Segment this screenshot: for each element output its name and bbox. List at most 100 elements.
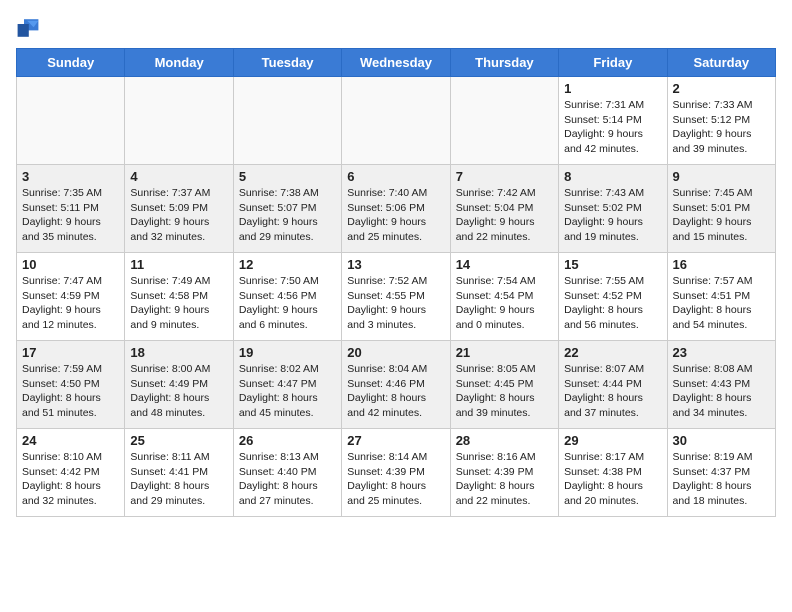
day-info: Sunrise: 7:40 AM Sunset: 5:06 PM Dayligh… <box>347 186 444 245</box>
calendar-cell: 1 Sunrise: 7:31 AM Sunset: 5:14 PM Daylig… <box>559 77 667 165</box>
weekday-header-wednesday: Wednesday <box>342 49 450 77</box>
calendar-cell: 17 Sunrise: 7:59 AM Sunset: 4:50 PM Dayli… <box>17 341 125 429</box>
calendar-cell: 14 Sunrise: 7:54 AM Sunset: 4:54 PM Dayli… <box>450 253 558 341</box>
day-info: Sunrise: 7:54 AM Sunset: 4:54 PM Dayligh… <box>456 274 553 333</box>
day-info: Sunrise: 7:43 AM Sunset: 5:02 PM Dayligh… <box>564 186 661 245</box>
day-info: Sunrise: 8:04 AM Sunset: 4:46 PM Dayligh… <box>347 362 444 421</box>
day-info: Sunrise: 8:14 AM Sunset: 4:39 PM Dayligh… <box>347 450 444 509</box>
calendar-cell: 6 Sunrise: 7:40 AM Sunset: 5:06 PM Daylig… <box>342 165 450 253</box>
weekday-header-friday: Friday <box>559 49 667 77</box>
week-row-3: 10Sunrise: 7:47 AM Sunset: 4:59 PM Dayli… <box>17 253 776 341</box>
calendar-cell: 11 Sunrise: 7:49 AM Sunset: 4:58 PM Dayli… <box>125 253 233 341</box>
week-row-4: 17 Sunrise: 7:59 AM Sunset: 4:50 PM Dayli… <box>17 341 776 429</box>
calendar-cell: 25 Sunrise: 8:11 AM Sunset: 4:41 PM Dayli… <box>125 429 233 517</box>
calendar-cell: 16 Sunrise: 7:57 AM Sunset: 4:51 PM Dayli… <box>667 253 775 341</box>
weekday-header-monday: Monday <box>125 49 233 77</box>
day-number: 18 <box>130 345 227 360</box>
weekday-header-saturday: Saturday <box>667 49 775 77</box>
calendar-cell: 20 Sunrise: 8:04 AM Sunset: 4:46 PM Dayli… <box>342 341 450 429</box>
day-number: 27 <box>347 433 444 448</box>
day-info: Sunrise: 8:11 AM Sunset: 4:41 PM Dayligh… <box>130 450 227 509</box>
calendar-cell: 15 Sunrise: 7:55 AM Sunset: 4:52 PM Dayli… <box>559 253 667 341</box>
calendar-table: SundayMondayTuesdayWednesdayThursdayFrid… <box>16 48 776 517</box>
day-number: 10 <box>22 257 119 272</box>
calendar-cell: 2 Sunrise: 7:33 AM Sunset: 5:12 PM Daylig… <box>667 77 775 165</box>
day-number: 6 <box>347 169 444 184</box>
day-info: Sunrise: 7:49 AM Sunset: 4:58 PM Dayligh… <box>130 274 227 333</box>
calendar-cell: 29Sunrise: 8:17 AM Sunset: 4:38 PM Dayli… <box>559 429 667 517</box>
calendar-cell: 19Sunrise: 8:02 AM Sunset: 4:47 PM Dayli… <box>233 341 341 429</box>
day-number: 11 <box>130 257 227 272</box>
day-number: 24 <box>22 433 119 448</box>
calendar-cell: 30Sunrise: 8:19 AM Sunset: 4:37 PM Dayli… <box>667 429 775 517</box>
calendar-cell: 7 Sunrise: 7:42 AM Sunset: 5:04 PM Daylig… <box>450 165 558 253</box>
day-info: Sunrise: 8:19 AM Sunset: 4:37 PM Dayligh… <box>673 450 770 509</box>
day-number: 1 <box>564 81 661 96</box>
day-info: Sunrise: 7:52 AM Sunset: 4:55 PM Dayligh… <box>347 274 444 333</box>
day-number: 15 <box>564 257 661 272</box>
day-number: 14 <box>456 257 553 272</box>
weekday-header-thursday: Thursday <box>450 49 558 77</box>
day-number: 8 <box>564 169 661 184</box>
day-info: Sunrise: 7:57 AM Sunset: 4:51 PM Dayligh… <box>673 274 770 333</box>
weekday-header-tuesday: Tuesday <box>233 49 341 77</box>
calendar-cell <box>450 77 558 165</box>
calendar-cell: 18 Sunrise: 8:00 AM Sunset: 4:49 PM Dayli… <box>125 341 233 429</box>
calendar-cell: 3 Sunrise: 7:35 AM Sunset: 5:11 PM Daylig… <box>17 165 125 253</box>
calendar-cell: 12 Sunrise: 7:50 AM Sunset: 4:56 PM Dayli… <box>233 253 341 341</box>
day-number: 7 <box>456 169 553 184</box>
calendar-cell <box>233 77 341 165</box>
day-info: Sunrise: 7:31 AM Sunset: 5:14 PM Dayligh… <box>564 98 661 157</box>
day-number: 19 <box>239 345 336 360</box>
day-number: 25 <box>130 433 227 448</box>
day-number: 20 <box>347 345 444 360</box>
day-info: Sunrise: 8:05 AM Sunset: 4:45 PM Dayligh… <box>456 362 553 421</box>
day-info: Sunrise: 8:07 AM Sunset: 4:44 PM Dayligh… <box>564 362 661 421</box>
logo-icon <box>16 16 40 40</box>
calendar-cell: 8 Sunrise: 7:43 AM Sunset: 5:02 PM Daylig… <box>559 165 667 253</box>
day-info: Sunrise: 7:59 AM Sunset: 4:50 PM Dayligh… <box>22 362 119 421</box>
calendar-cell <box>342 77 450 165</box>
day-info: Sunrise: 8:10 AM Sunset: 4:42 PM Dayligh… <box>22 450 119 509</box>
calendar-cell <box>17 77 125 165</box>
weekday-header-row: SundayMondayTuesdayWednesdayThursdayFrid… <box>17 49 776 77</box>
week-row-5: 24 Sunrise: 8:10 AM Sunset: 4:42 PM Dayli… <box>17 429 776 517</box>
day-info: Sunrise: 7:50 AM Sunset: 4:56 PM Dayligh… <box>239 274 336 333</box>
day-info: Sunrise: 7:55 AM Sunset: 4:52 PM Dayligh… <box>564 274 661 333</box>
day-info: Sunrise: 7:35 AM Sunset: 5:11 PM Dayligh… <box>22 186 119 245</box>
day-number: 16 <box>673 257 770 272</box>
calendar-cell: 28 Sunrise: 8:16 AM Sunset: 4:39 PM Dayli… <box>450 429 558 517</box>
calendar-cell: 22 Sunrise: 8:07 AM Sunset: 4:44 PM Dayli… <box>559 341 667 429</box>
day-info: Sunrise: 8:08 AM Sunset: 4:43 PM Dayligh… <box>673 362 770 421</box>
day-number: 2 <box>673 81 770 96</box>
header <box>16 16 776 40</box>
day-number: 13 <box>347 257 444 272</box>
day-info: Sunrise: 8:16 AM Sunset: 4:39 PM Dayligh… <box>456 450 553 509</box>
calendar-cell: 26Sunrise: 8:13 AM Sunset: 4:40 PM Dayli… <box>233 429 341 517</box>
calendar-cell <box>125 77 233 165</box>
day-info: Sunrise: 7:45 AM Sunset: 5:01 PM Dayligh… <box>673 186 770 245</box>
calendar-cell: 13 Sunrise: 7:52 AM Sunset: 4:55 PM Dayli… <box>342 253 450 341</box>
day-number: 26 <box>239 433 336 448</box>
day-number: 3 <box>22 169 119 184</box>
week-row-1: 1 Sunrise: 7:31 AM Sunset: 5:14 PM Daylig… <box>17 77 776 165</box>
calendar-cell: 9 Sunrise: 7:45 AM Sunset: 5:01 PM Daylig… <box>667 165 775 253</box>
day-number: 29 <box>564 433 661 448</box>
day-info: Sunrise: 8:00 AM Sunset: 4:49 PM Dayligh… <box>130 362 227 421</box>
calendar-cell: 23 Sunrise: 8:08 AM Sunset: 4:43 PM Dayli… <box>667 341 775 429</box>
day-number: 22 <box>564 345 661 360</box>
day-number: 4 <box>130 169 227 184</box>
day-number: 12 <box>239 257 336 272</box>
calendar-cell: 21 Sunrise: 8:05 AM Sunset: 4:45 PM Dayli… <box>450 341 558 429</box>
calendar-cell: 24 Sunrise: 8:10 AM Sunset: 4:42 PM Dayli… <box>17 429 125 517</box>
day-number: 17 <box>22 345 119 360</box>
day-number: 9 <box>673 169 770 184</box>
day-info: Sunrise: 7:38 AM Sunset: 5:07 PM Dayligh… <box>239 186 336 245</box>
day-info: Sunrise: 7:33 AM Sunset: 5:12 PM Dayligh… <box>673 98 770 157</box>
day-number: 23 <box>673 345 770 360</box>
calendar-cell: 4 Sunrise: 7:37 AM Sunset: 5:09 PM Daylig… <box>125 165 233 253</box>
day-info: Sunrise: 7:37 AM Sunset: 5:09 PM Dayligh… <box>130 186 227 245</box>
day-number: 28 <box>456 433 553 448</box>
day-info: Sunrise: 7:42 AM Sunset: 5:04 PM Dayligh… <box>456 186 553 245</box>
day-number: 21 <box>456 345 553 360</box>
